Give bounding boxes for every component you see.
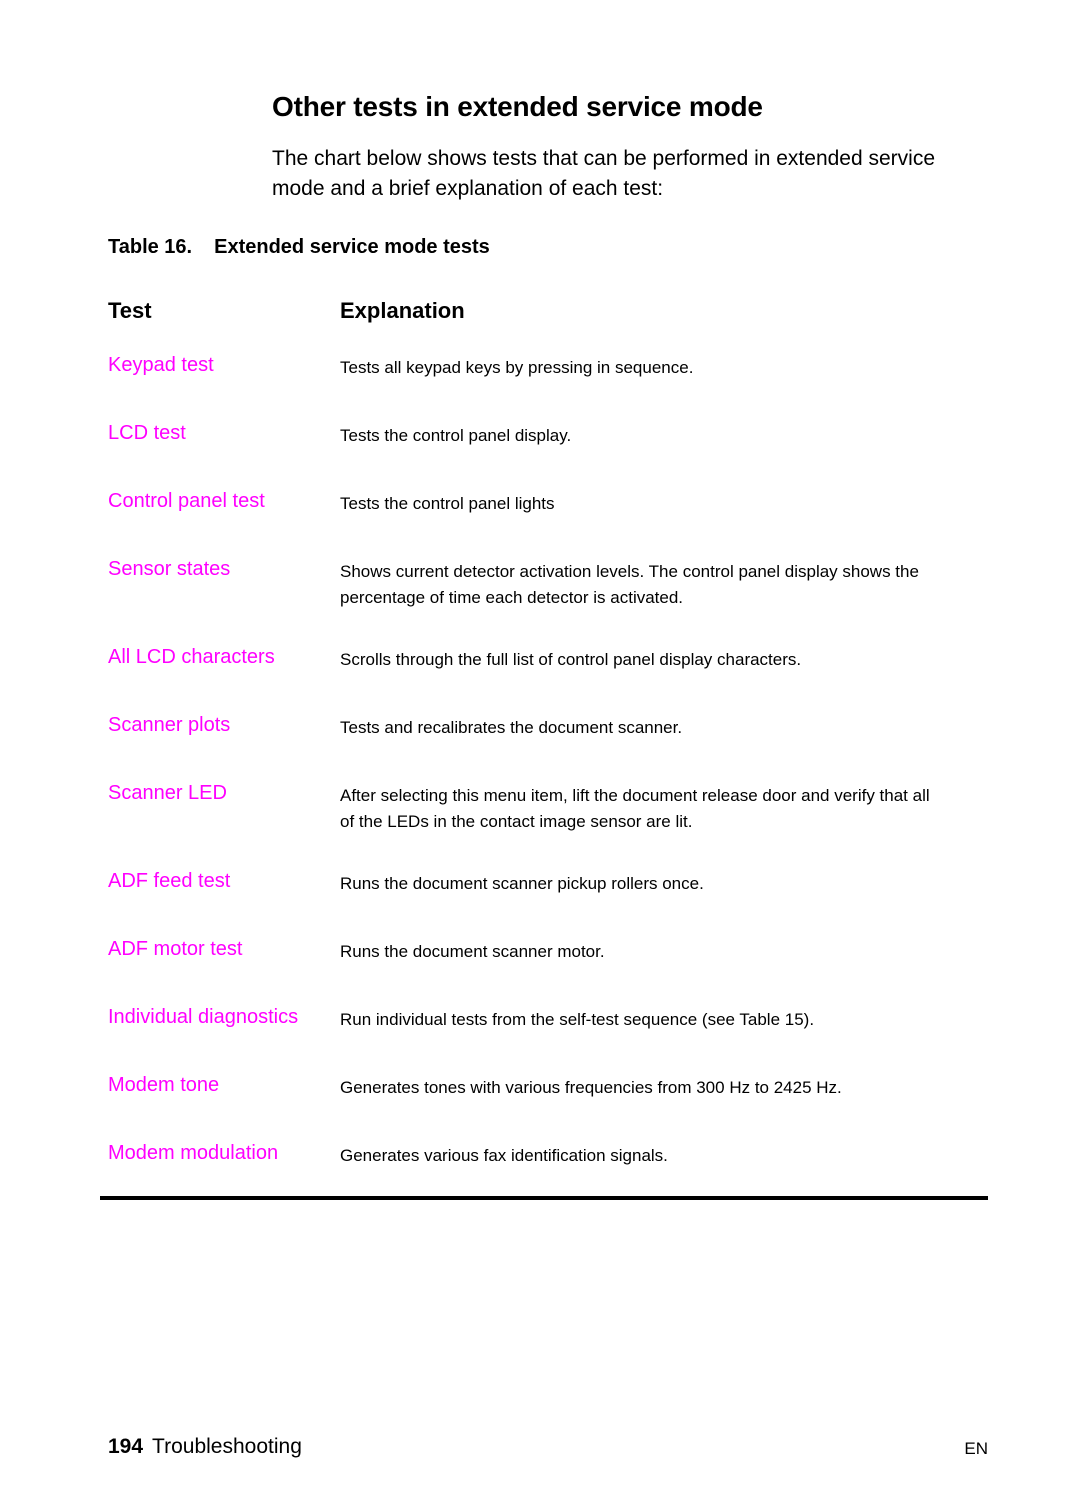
table-cell-test-name: All LCD characters [108,646,275,668]
table-caption: Table 16. Extended service mode tests [108,236,490,259]
document-page: Other tests in extended service mode The… [0,0,1080,1495]
table-cell-explanation: Scrolls through the full list of control… [340,647,990,673]
explanation-line: Tests and recalibrates the document scan… [340,718,683,737]
footer-language-code: EN [964,1439,988,1458]
table-cell-explanation: Generates tones with various frequencies… [340,1075,990,1101]
table-cell-test-name: Sensor states [108,558,231,580]
table-cell-explanation: Runs the document scanner pickup rollers… [340,871,990,897]
explanation-line: Generates various fax identification sig… [340,1146,668,1165]
table-cell-explanation: Runs the document scanner motor. [340,939,990,965]
table-cell-explanation: Generates various fax identification sig… [340,1143,990,1169]
page-footer: 194 Troubleshooting EN [0,1435,1080,1465]
table-cell-test-name: Keypad test [108,354,214,376]
explanation-line: Shows current detector activation levels… [340,562,919,581]
explanation-line: percentage of time each detector is acti… [340,588,684,607]
table-cell-explanation: Tests and recalibrates the document scan… [340,715,990,741]
table-cell-test-name: Individual diagnostics [108,1006,299,1028]
explanation-line: Runs the document scanner pickup rollers… [340,874,704,893]
table-caption-number: Table 16. [108,236,193,258]
explanation-line: After selecting this menu item, lift the… [340,786,930,805]
table-caption-title: Extended service mode tests [214,236,490,258]
table-bottom-rule [100,1196,988,1200]
table-cell-test-name: ADF motor test [108,938,243,960]
table-cell-explanation: Tests all keypad keys by pressing in seq… [340,355,990,381]
table-cell-test-name: Scanner plots [108,714,231,736]
explanation-line: Runs the document scanner motor. [340,942,605,961]
explanation-line: of the LEDs in the contact image sensor … [340,812,693,831]
column-header-explanation: Explanation [340,298,465,323]
footer-page-number: 194 [108,1435,144,1458]
explanation-line: Tests the control panel lights [340,494,555,513]
explanation-line: Scrolls through the full list of control… [340,650,802,669]
table-cell-explanation: Run individual tests from the self-test … [340,1007,990,1033]
table-cell-test-name: Modem tone [108,1074,220,1096]
table-cell-test-name: Modem modulation [108,1142,279,1164]
table-cell-explanation: Tests the control panel display. [340,423,990,449]
table-cell-test-name: Control panel test [108,490,265,512]
explanation-line: Tests the control panel display. [340,426,572,445]
table-cell-test-name: ADF feed test [108,870,231,892]
explanation-line: Run individual tests from the self-test … [340,1010,815,1029]
intro-paragraph: The chart below shows tests that can be … [272,147,936,200]
page-title: Other tests in extended service mode [272,90,763,122]
table-cell-test-name: Scanner LED [108,782,227,804]
table-cell-explanation: Tests the control panel lights [340,491,990,517]
table-cell-explanation: After selecting this menu item, lift the… [340,783,990,835]
table-cell-test-name: LCD test [108,422,186,444]
explanation-line: Generates tones with various frequencies… [340,1078,842,1097]
column-header-test: Test [108,298,152,323]
footer-chapter-name: Troubleshooting [152,1435,302,1458]
footer-left: 194 Troubleshooting [108,1435,302,1459]
explanation-line: Tests all keypad keys by pressing in seq… [340,358,694,377]
table-cell-explanation: Shows current detector activation levels… [340,559,990,611]
